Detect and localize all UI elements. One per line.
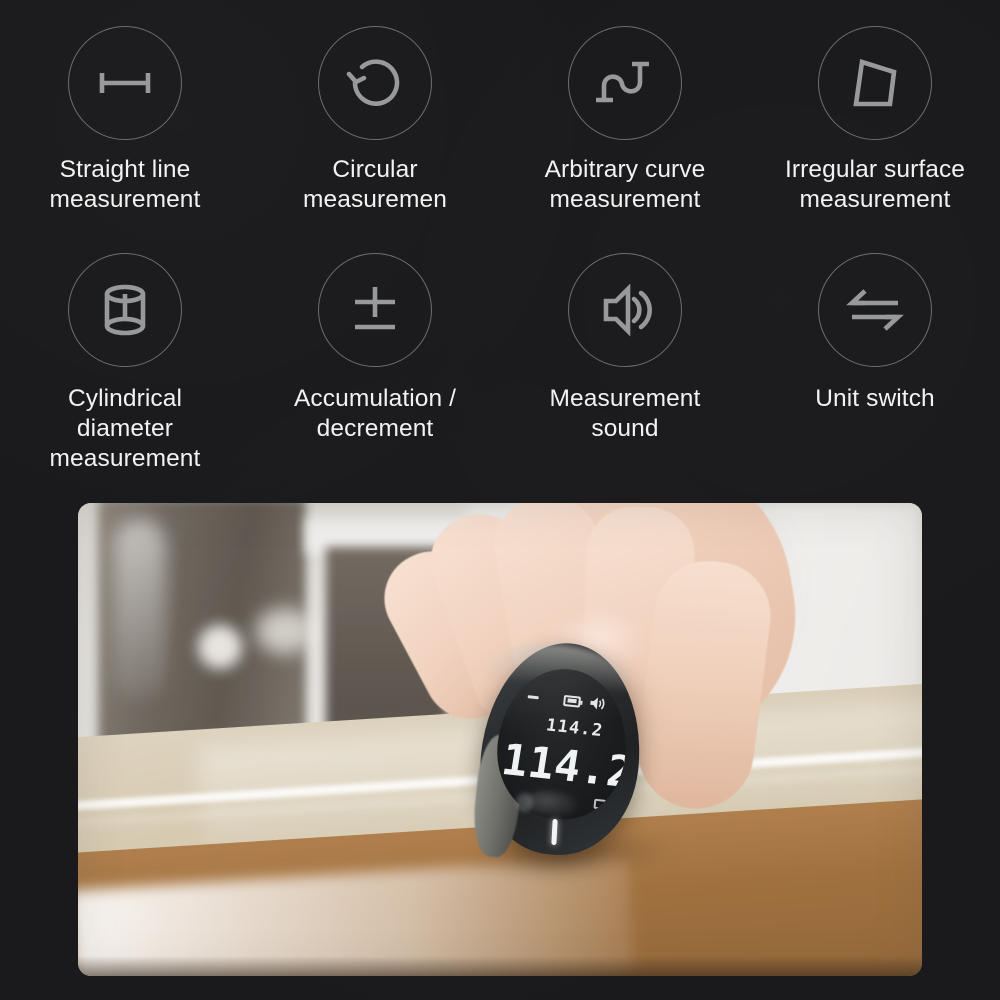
feature-label: Arbitrary curve measurement <box>544 156 706 213</box>
feature-measurement-sound[interactable]: Measurement sound <box>500 253 750 474</box>
irregular-surface-measure-icon <box>818 26 932 140</box>
feature-label: Cylindrical diameter measurement <box>49 385 201 472</box>
photo-bottom-gradient <box>78 956 922 976</box>
unit-switch-arrows-icon <box>818 253 932 367</box>
feature-label: Unit switch <box>815 385 935 412</box>
speaker-icon <box>589 696 606 712</box>
feature-arbitrary-curve-measurement[interactable]: Arbitrary curve measurement <box>500 26 750 215</box>
feature-grid: Straight line measurement Circular measu… <box>0 0 1000 474</box>
feature-row-1: Straight line measurement Circular measu… <box>0 0 1000 215</box>
feature-label: Circular measuremen <box>303 156 447 213</box>
lcd-primary-value: 114.2 <box>498 735 634 799</box>
battery-fill <box>566 698 577 704</box>
feature-label: Straight line measurement <box>49 156 201 213</box>
feature-cylindrical-diameter-measurement[interactable]: Cylindrical diameter measurement <box>0 253 250 474</box>
product-lifestyle-photo: 114.2 114.2 <box>78 503 922 976</box>
speaker-sound-icon <box>568 253 682 367</box>
battery-icon <box>563 694 582 708</box>
device-button-dot[interactable] <box>516 793 533 812</box>
straight-line-measure-icon <box>68 26 182 140</box>
cylinder-diameter-icon <box>68 253 182 367</box>
feature-circular-measurement[interactable]: Circular measuremen <box>250 26 500 215</box>
vase-blossom-2 <box>256 608 314 654</box>
vase-blossom-1 <box>198 625 242 669</box>
feature-unit-switch[interactable]: Unit switch <box>750 253 1000 474</box>
plus-minus-icon <box>318 253 432 367</box>
feature-straight-line-measurement[interactable]: Straight line measurement <box>0 26 250 215</box>
vase-highlight <box>114 519 166 699</box>
product-feature-page: Straight line measurement Circular measu… <box>0 0 1000 1000</box>
feature-row-2: Cylindrical diameter measurement Accumul… <box>0 215 1000 474</box>
unit-indicator-icon <box>593 798 607 810</box>
laser-distance-measurer-device: 114.2 114.2 <box>469 635 651 863</box>
feature-accumulation-decrement[interactable]: Accumulation / decrement <box>250 253 500 474</box>
feature-label: Accumulation / decrement <box>293 385 457 442</box>
circular-measure-icon <box>318 26 432 140</box>
feature-label: Measurement sound <box>549 385 701 442</box>
feature-irregular-surface-measurement[interactable]: Irregular surface measurement <box>750 26 1000 215</box>
arbitrary-curve-measure-icon <box>568 26 682 140</box>
feature-label: Irregular surface measurement <box>784 156 966 213</box>
dash-indicator-icon <box>527 694 539 699</box>
